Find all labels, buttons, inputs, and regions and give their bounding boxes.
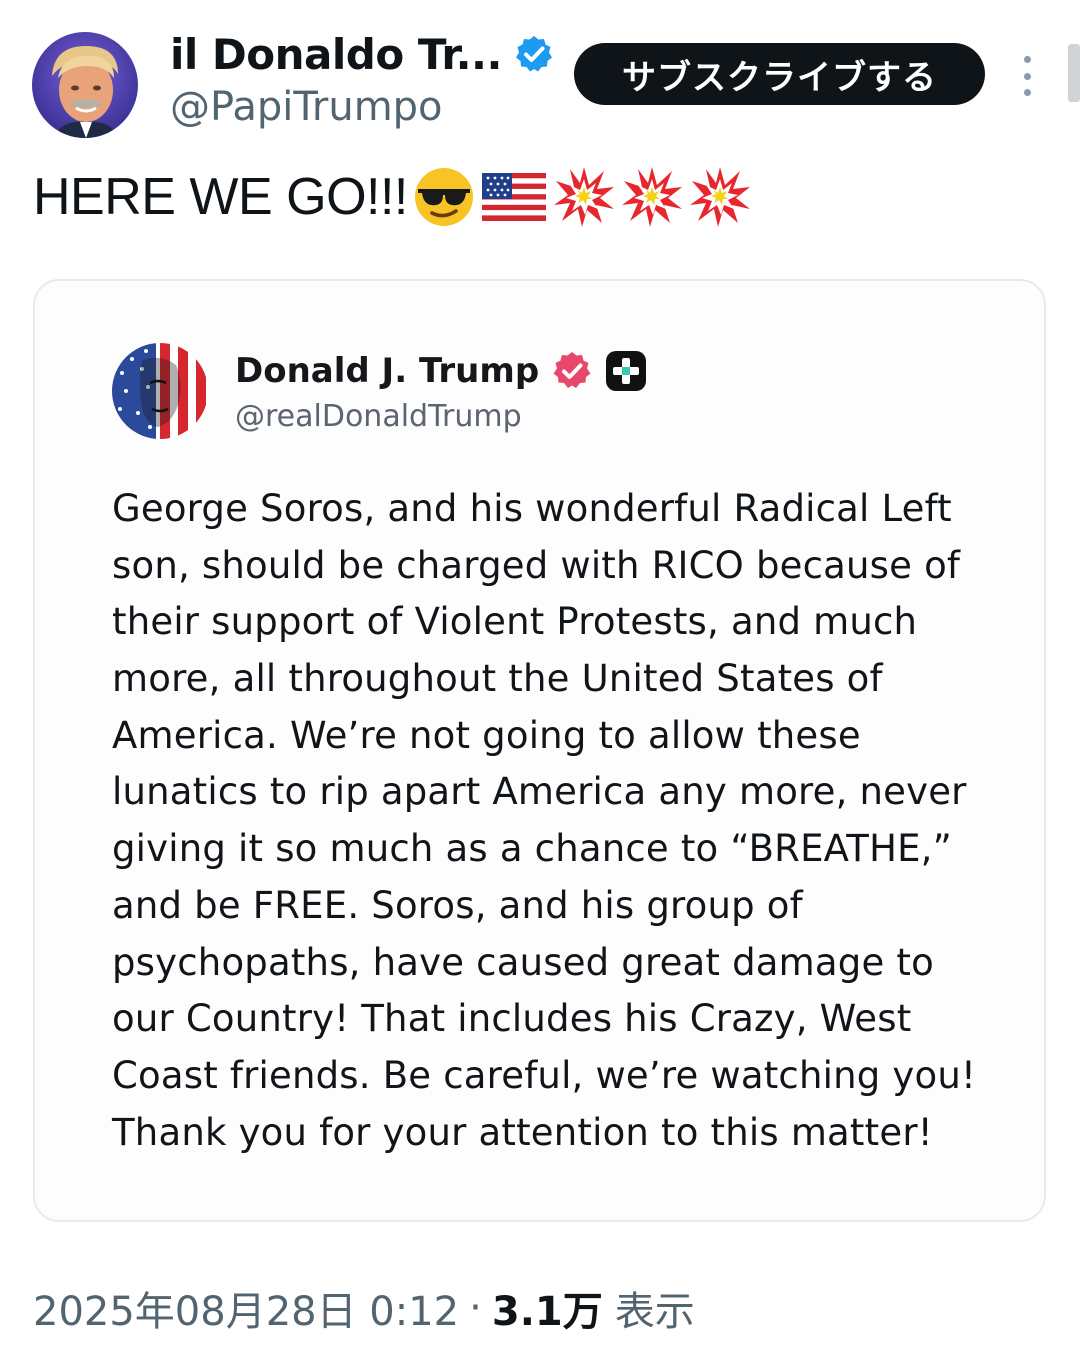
more-dot xyxy=(1023,72,1031,80)
quoted-text-line: and be FREE. Soros, and his group of xyxy=(112,883,803,927)
views-count[interactable]: 3.1万 xyxy=(492,1279,603,1337)
collision-icon xyxy=(553,167,614,227)
quoted-text-line: psychopaths, have caused great damage to xyxy=(112,940,934,984)
meta-separator: · xyxy=(469,1285,482,1331)
post-timestamp[interactable]: 2025年08月28日 0:12 xyxy=(33,1279,459,1337)
quoted-author-display-name: Donald J. Trump xyxy=(235,351,540,391)
author-display-name[interactable]: il Donaldo Tr... xyxy=(170,30,502,79)
quoted-author-handle: @realDonaldTrump xyxy=(235,399,522,434)
quoted-text-line: son, should be charged with RICO because… xyxy=(112,543,961,587)
author-name-row: il Donaldo Tr... xyxy=(170,26,554,82)
quoted-text-line: their support of Violent Protests, and m… xyxy=(112,600,918,644)
quoted-text-line: our Country! That includes his Crazy, We… xyxy=(112,997,912,1041)
post-meta: 2025年08月28日 0:12 · 3.1万 表示 xyxy=(33,1280,695,1336)
quoted-avatar-image xyxy=(112,343,208,439)
sunglasses-face-icon xyxy=(414,168,473,226)
views-label: 表示 xyxy=(614,1289,695,1335)
truth-verified-badge-icon xyxy=(553,352,591,388)
scrollbar[interactable] xyxy=(1068,44,1080,102)
quoted-text-line: George Soros, and his wonderful Radical … xyxy=(112,487,952,530)
quoted-text-line: Coast friends. Be careful, we’re watchin… xyxy=(112,1053,977,1097)
author-handle[interactable]: @PapiTrumpo xyxy=(170,84,443,130)
more-options-icon[interactable] xyxy=(1012,56,1042,96)
verified-badge-icon[interactable] xyxy=(514,34,554,74)
collision-icon xyxy=(621,167,682,227)
collision-icon xyxy=(689,167,750,227)
us-flag-icon xyxy=(481,173,546,221)
quoted-text-line: Thank you for your attention to this mat… xyxy=(112,1110,933,1154)
tweet-text: HERE WE GO!!! xyxy=(33,168,408,226)
more-dot xyxy=(1023,56,1031,63)
tweet-text-row: HERE WE GO!!! xyxy=(33,164,752,230)
more-dot xyxy=(1023,89,1031,96)
quoted-text-line: giving it so much as a chance to “BREATH… xyxy=(112,827,953,871)
avatar-image xyxy=(32,32,138,138)
quoted-text-line: America. We’re not going to allow these xyxy=(112,713,861,757)
truth-plus-icon xyxy=(606,351,647,391)
quoted-author-name-row: Donald J. Trump xyxy=(235,347,647,395)
quoted-post-card[interactable]: Donald J. Trump @realDonaldTrump George … xyxy=(33,279,1046,1222)
quoted-text-line: lunatics to rip apart America any more, … xyxy=(112,770,967,814)
author-avatar[interactable] xyxy=(32,32,138,138)
quoted-post-text: George Soros, and his wonderful Radical … xyxy=(112,481,1012,1161)
subscribe-button[interactable]: サブスクライブする xyxy=(574,43,985,105)
quoted-text-line: more, all throughout the United States o… xyxy=(112,657,883,701)
quoted-author-avatar xyxy=(112,343,208,439)
